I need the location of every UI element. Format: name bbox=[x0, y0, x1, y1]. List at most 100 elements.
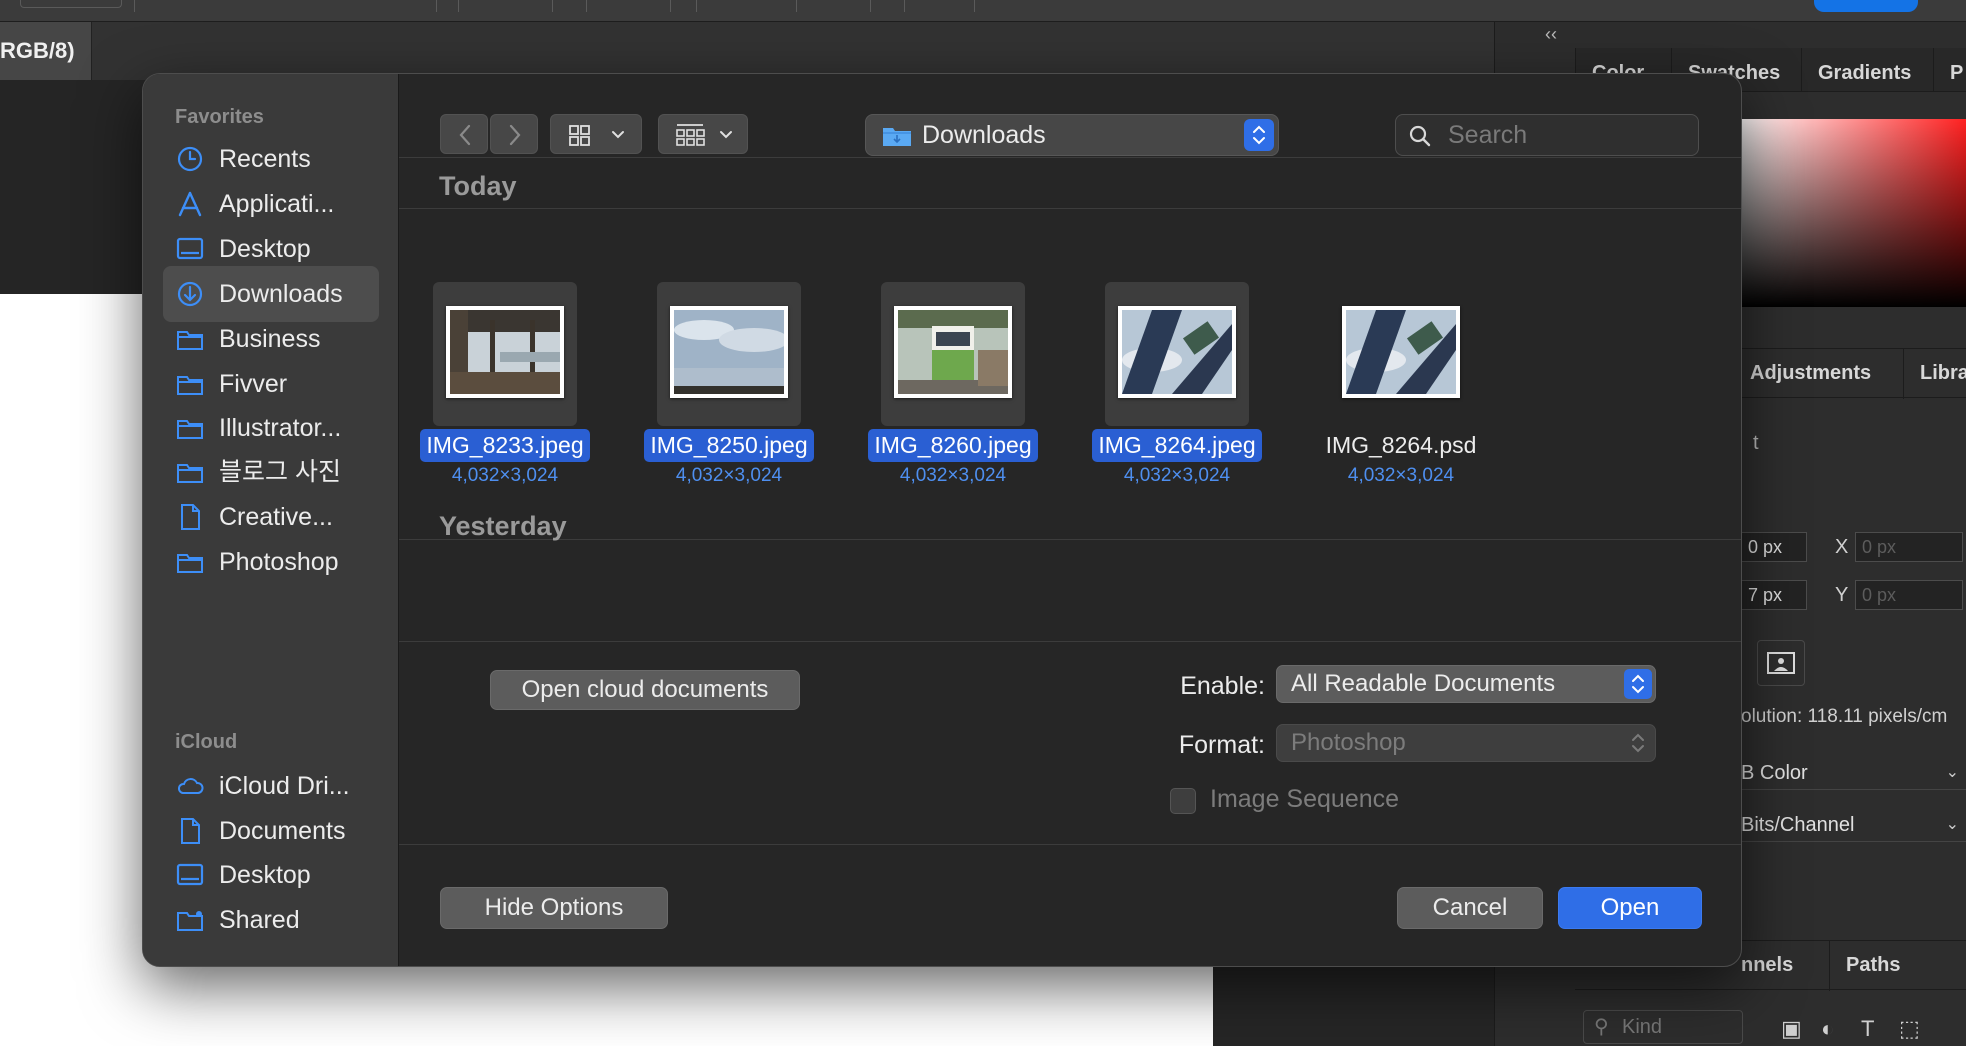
toolbar-separator bbox=[696, 0, 697, 12]
image-filter-icon[interactable]: ▣ bbox=[1781, 1016, 1802, 1042]
image-sequence-label: Image Sequence bbox=[1210, 785, 1400, 813]
toolbar-separator bbox=[870, 0, 871, 12]
toolbar-separator bbox=[796, 0, 797, 12]
open-cloud-documents-button[interactable]: Open cloud documents bbox=[490, 670, 800, 710]
file-name: IMG_8260.jpeg bbox=[857, 429, 1049, 462]
enable-select[interactable]: All Readable Documents bbox=[1276, 665, 1656, 703]
file-item-img-8233[interactable]: IMG_8233.jpeg 4,032×3,024 bbox=[409, 282, 601, 492]
open-file-dialog: Favorites Recents Applicati... Desktop D… bbox=[142, 73, 1742, 967]
folder-icon bbox=[177, 331, 203, 350]
folder-icon bbox=[177, 464, 203, 483]
file-item-img-8264-psd[interactable]: IMG_8264.psd 4,032×3,024 bbox=[1305, 282, 1497, 492]
downloads-folder-icon bbox=[883, 128, 911, 146]
layer-kind-filter[interactable]: ⚲ Kind bbox=[1583, 1010, 1743, 1044]
image-sequence-checkbox[interactable] bbox=[1170, 788, 1196, 814]
file-name: IMG_8264.psd bbox=[1305, 429, 1497, 462]
folder-icon bbox=[177, 376, 203, 395]
downloads-icon bbox=[177, 281, 203, 307]
adjustment-filter-icon[interactable]: ◐ bbox=[1821, 1016, 1834, 1042]
toolbar-separator bbox=[458, 0, 459, 12]
applications-icon bbox=[178, 191, 202, 217]
file-thumbnail[interactable] bbox=[433, 282, 577, 426]
type-filter-icon[interactable]: T bbox=[1861, 1016, 1874, 1042]
enable-label: Enable: bbox=[1180, 672, 1265, 700]
desktop-icon bbox=[176, 863, 204, 886]
width-field[interactable]: 0 px bbox=[1741, 532, 1807, 562]
tab-paths[interactable]: Paths bbox=[1829, 941, 1916, 991]
toolbar-separator bbox=[974, 0, 975, 12]
photo-thumbnail-icon bbox=[674, 310, 784, 394]
tab-patterns[interactable]: P bbox=[1933, 48, 1966, 92]
color-mode-dropdown[interactable]: B Color ⌄ bbox=[1741, 756, 1966, 790]
toolbar-separator bbox=[904, 0, 905, 12]
photoshop-options-bar bbox=[0, 0, 1966, 22]
cancel-button[interactable]: Cancel bbox=[1397, 887, 1543, 929]
bit-depth-dropdown[interactable]: Bits/Channel ⌄ bbox=[1741, 808, 1966, 842]
x-label: X bbox=[1835, 536, 1849, 558]
height-field[interactable]: 7 px bbox=[1741, 580, 1807, 610]
sidebar-item-shared[interactable]: Shared bbox=[163, 892, 379, 948]
document-icon bbox=[181, 818, 200, 844]
file-thumbnail[interactable] bbox=[1329, 282, 1473, 426]
shape-filter-icon[interactable]: ⬚ bbox=[1899, 1016, 1920, 1042]
toolbar-separator bbox=[552, 0, 553, 12]
section-divider bbox=[399, 539, 1741, 540]
location-label: Downloads bbox=[922, 121, 1046, 149]
canvas-preset-icon[interactable] bbox=[1757, 640, 1805, 686]
file-dimensions: 4,032×3,024 bbox=[1347, 465, 1455, 486]
back-button[interactable] bbox=[440, 114, 488, 154]
file-thumbnail[interactable] bbox=[657, 282, 801, 426]
tab-gradients[interactable]: Gradients bbox=[1801, 48, 1927, 92]
search-input[interactable] bbox=[1448, 115, 1688, 155]
document-tab[interactable]: RGB/8) bbox=[0, 22, 92, 80]
file-name: IMG_8250.jpeg bbox=[633, 429, 825, 462]
file-item-img-8264-jpeg[interactable]: IMG_8264.jpeg 4,032×3,024 bbox=[1081, 282, 1273, 492]
share-button[interactable] bbox=[1814, 0, 1918, 12]
forward-button[interactable] bbox=[490, 114, 538, 154]
section-divider bbox=[399, 208, 1741, 209]
options-bar-button[interactable] bbox=[20, 0, 122, 8]
file-dimensions: 4,032×3,024 bbox=[1123, 465, 1231, 486]
file-name-label: IMG_8264.psd bbox=[1325, 432, 1477, 458]
view-mode-button[interactable] bbox=[550, 114, 642, 154]
file-thumbnail[interactable] bbox=[1105, 282, 1249, 426]
file-name: IMG_8233.jpeg bbox=[409, 429, 601, 462]
desktop-icon bbox=[176, 237, 204, 260]
cloud-icon bbox=[177, 778, 204, 794]
chevron-down-icon: ⌄ bbox=[1945, 764, 1959, 781]
tab-adjustments[interactable]: Adjustments bbox=[1733, 349, 1887, 399]
hide-options-button[interactable]: Hide Options bbox=[440, 887, 668, 929]
open-button[interactable]: Open bbox=[1558, 887, 1702, 929]
toolbar-separator bbox=[436, 0, 437, 12]
location-stepper-icon bbox=[1244, 119, 1274, 151]
chevron-left-icon bbox=[459, 124, 471, 146]
sidebar-heading-favorites: Favorites bbox=[175, 106, 264, 128]
file-dimensions: 4,032×3,024 bbox=[451, 465, 559, 486]
section-header-yesterday: Yesterday bbox=[439, 511, 567, 541]
group-by-button[interactable] bbox=[658, 114, 748, 154]
x-field[interactable]: 0 px bbox=[1855, 532, 1963, 562]
format-value: Photoshop bbox=[1291, 729, 1406, 756]
dialog-sidebar: Favorites Recents Applicati... Desktop D… bbox=[143, 74, 399, 966]
document-icon bbox=[181, 504, 200, 530]
file-item-img-8250[interactable]: IMG_8250.jpeg 4,032×3,024 bbox=[633, 282, 825, 492]
search-field[interactable] bbox=[1395, 114, 1699, 156]
file-name-label: IMG_8233.jpeg bbox=[420, 429, 590, 462]
color-mode-value: B Color bbox=[1741, 762, 1808, 784]
file-item-img-8260[interactable]: IMG_8260.jpeg 4,032×3,024 bbox=[857, 282, 1049, 492]
location-popup[interactable]: Downloads bbox=[865, 114, 1279, 156]
toolbar-separator bbox=[670, 0, 671, 12]
photo-thumbnail-icon bbox=[450, 310, 560, 394]
enable-value: All Readable Documents bbox=[1291, 670, 1556, 697]
file-thumbnail[interactable] bbox=[881, 282, 1025, 426]
sidebar-heading-icloud: iCloud bbox=[175, 731, 238, 753]
format-select[interactable]: Photoshop bbox=[1276, 724, 1656, 762]
collapse-panels-icon[interactable]: ‹‹ bbox=[1545, 24, 1557, 45]
tab-libraries[interactable]: Librari bbox=[1903, 349, 1966, 399]
color-picker-field[interactable] bbox=[1740, 119, 1966, 307]
y-field[interactable]: 0 px bbox=[1855, 580, 1963, 610]
section-header-today: Today bbox=[439, 171, 517, 201]
sidebar-item-label: Photoshop bbox=[219, 548, 339, 576]
sidebar-item-photoshop[interactable]: Photoshop bbox=[163, 534, 379, 590]
properties-partial-label: t bbox=[1753, 432, 1759, 454]
